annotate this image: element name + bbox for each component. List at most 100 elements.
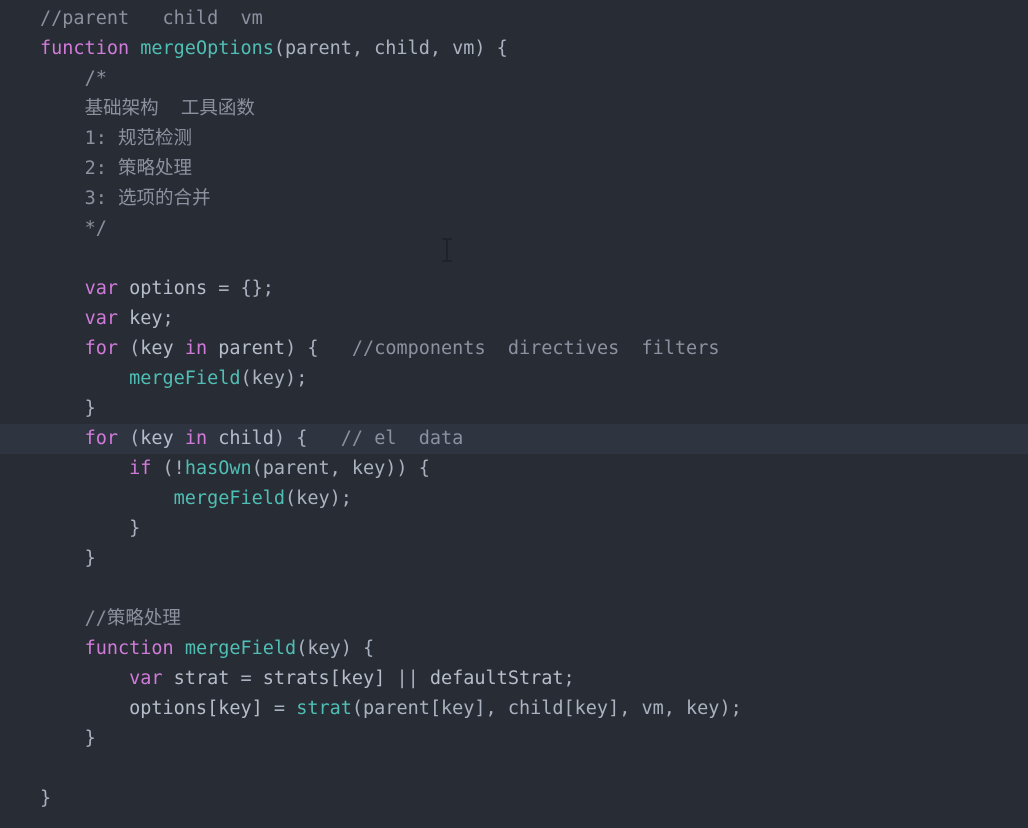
code-token-punct: ( bbox=[117, 428, 141, 449]
code-line[interactable]: //策略处理 bbox=[0, 604, 1028, 634]
code-token-comment: //components directives filters bbox=[351, 338, 720, 359]
code-line[interactable]: } bbox=[0, 394, 1028, 424]
code-token-fn: mergeField bbox=[173, 488, 286, 509]
code-token-punct: = bbox=[240, 668, 263, 689]
code-line[interactable]: /* bbox=[0, 64, 1028, 94]
code-token-plain: key bbox=[117, 308, 163, 329]
code-text-area[interactable]: //parent child vm function mergeOptions(p… bbox=[0, 4, 1028, 814]
code-token-plain: key bbox=[140, 428, 185, 449]
code-line[interactable] bbox=[0, 754, 1028, 784]
code-line[interactable]: var options = {}; bbox=[0, 274, 1028, 304]
code-token-punct: ; bbox=[162, 308, 174, 329]
code-token-punct: || bbox=[396, 668, 430, 689]
code-token-kw: var bbox=[84, 278, 118, 299]
code-token-comment: //parent child vm bbox=[40, 8, 263, 29]
code-token-punct: } bbox=[40, 788, 52, 809]
code-token-kw: function bbox=[84, 638, 174, 659]
code-line[interactable]: function mergeOptions(parent, child, vm)… bbox=[0, 34, 1028, 64]
code-token-kw: if bbox=[129, 458, 152, 479]
code-line[interactable] bbox=[0, 574, 1028, 604]
code-token-plain: key bbox=[140, 338, 185, 359]
code-line[interactable]: options[key] = strat(parent[key], child[… bbox=[0, 694, 1028, 724]
code-line[interactable]: mergeField(key); bbox=[0, 364, 1028, 394]
code-line[interactable]: var key; bbox=[0, 304, 1028, 334]
code-token-kw: for bbox=[84, 428, 118, 449]
code-token-comment: /* bbox=[84, 68, 107, 89]
code-line[interactable] bbox=[0, 244, 1028, 274]
code-line[interactable]: //parent child vm bbox=[0, 4, 1028, 34]
code-token-punct: (parent, key)) { bbox=[251, 458, 430, 479]
code-token-fn: hasOwn bbox=[184, 458, 252, 479]
code-token-comment: 基础架构 工具函数 bbox=[84, 98, 255, 119]
code-token-comment: */ bbox=[84, 218, 107, 239]
code-token-punct: ) { bbox=[273, 428, 308, 449]
code-line[interactable]: var strat = strats[key] || defaultStrat; bbox=[0, 664, 1028, 694]
code-line[interactable]: } bbox=[0, 514, 1028, 544]
code-token-kw: var bbox=[129, 668, 163, 689]
code-line[interactable]: mergeField(key); bbox=[0, 484, 1028, 514]
code-token-comment: //策略处理 bbox=[84, 608, 181, 629]
code-token-kw: function bbox=[40, 38, 130, 59]
code-token-comment: 2: 策略处理 bbox=[84, 158, 192, 179]
code-token-comment: 1: 规范检测 bbox=[84, 128, 192, 149]
code-token-punct: } bbox=[129, 518, 141, 539]
code-line[interactable]: function mergeField(key) { bbox=[0, 634, 1028, 664]
code-line[interactable]: for (key in parent) { //components direc… bbox=[0, 334, 1028, 364]
code-line[interactable]: if (!hasOwn(parent, key)) { bbox=[0, 454, 1028, 484]
code-token-punct: (key); bbox=[285, 488, 352, 509]
code-token-punct: ; bbox=[563, 668, 575, 689]
code-token-plain: strat bbox=[162, 668, 241, 689]
code-token-punct: (key) { bbox=[296, 638, 375, 659]
code-token-fn: mergeField bbox=[184, 638, 297, 659]
code-line[interactable]: } bbox=[0, 724, 1028, 754]
code-token-plain: child bbox=[207, 428, 274, 449]
code-line[interactable]: 1: 规范检测 bbox=[0, 124, 1028, 154]
code-token-punct: (parent[key], child[key], vm, key); bbox=[351, 698, 742, 719]
code-line[interactable]: } bbox=[0, 544, 1028, 574]
code-token-punct: = {}; bbox=[218, 278, 274, 299]
code-token-fn: mergeOptions bbox=[140, 38, 274, 59]
code-editor-window[interactable]: //parent child vm function mergeOptions(p… bbox=[0, 0, 1028, 828]
code-line[interactable]: */ bbox=[0, 214, 1028, 244]
code-token-punct: } bbox=[84, 548, 96, 569]
code-line[interactable]: 2: 策略处理 bbox=[0, 154, 1028, 184]
code-token-kw: in bbox=[184, 428, 208, 449]
code-token-comment: 3: 选项的合并 bbox=[84, 188, 211, 209]
code-line[interactable]: 3: 选项的合并 bbox=[0, 184, 1028, 214]
code-token-punct: ) { bbox=[285, 338, 319, 359]
code-line[interactable]: 基础架构 工具函数 bbox=[0, 94, 1028, 124]
code-token-plain: options[key] bbox=[129, 698, 274, 719]
code-token-punct: (parent, child, vm) { bbox=[273, 38, 508, 59]
code-token-kw: in bbox=[184, 338, 208, 359]
code-line[interactable]: } bbox=[0, 784, 1028, 814]
code-token-punct: } bbox=[84, 728, 96, 749]
code-line-active[interactable]: for (key in child) { // el data bbox=[0, 424, 1028, 454]
code-token-kw: for bbox=[84, 338, 118, 359]
code-token-plain: strats[key] bbox=[262, 668, 397, 689]
code-token-punct: (! bbox=[151, 458, 185, 479]
code-token-punct: } bbox=[84, 398, 96, 419]
code-token-fn: mergeField bbox=[129, 368, 241, 389]
